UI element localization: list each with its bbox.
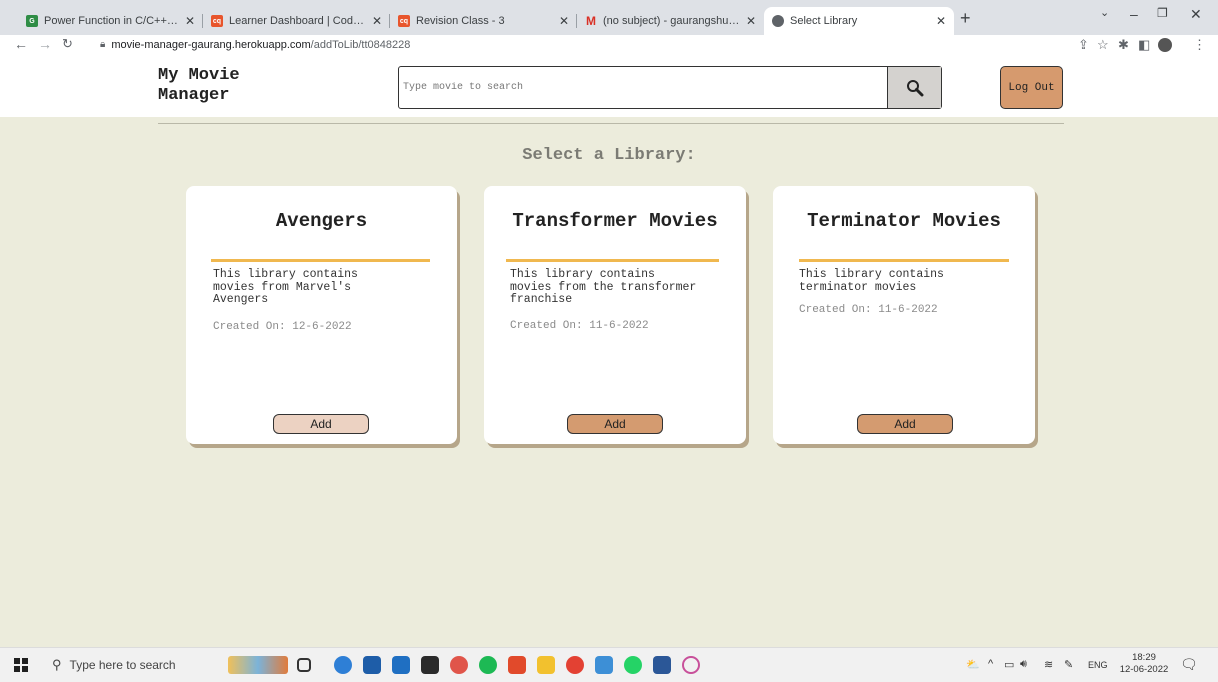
close-icon[interactable]: ✕ [372,14,382,28]
url-path: /addToLib/tt0848228 [310,38,411,51]
calculator-icon[interactable] [363,656,381,674]
edge-icon[interactable] [334,656,352,674]
browser-tab-geeksforgeeks[interactable]: G Power Function in C/C++ - Geek ✕ [18,7,203,35]
file-explorer-icon[interactable] [537,656,555,674]
library-created-date: Created On: 12-6-2022 [213,321,352,333]
mail-icon[interactable] [392,656,410,674]
globe-icon [772,15,784,27]
site-navbar: My Movie Manager Log Out [0,55,1218,117]
show-hidden-icons-chevron-icon[interactable]: ^ [988,658,993,670]
tab-title: Select Library [790,15,858,27]
card-divider [799,259,1009,262]
library-name: Transformer Movies [512,210,718,232]
minimize-icon[interactable]: – [1130,6,1138,22]
search-icon [906,79,923,96]
side-panel-icon[interactable]: ◧ [1138,37,1150,53]
browser-tab-strip: G Power Function in C/C++ - Geek ✕ cq Le… [0,0,1218,35]
close-icon[interactable]: ✕ [936,14,946,28]
more-menu-icon[interactable]: ⋮ [1193,37,1206,53]
tab-title: (no subject) - gaurangshukla99@ [603,15,740,27]
close-icon[interactable]: ✕ [559,14,569,28]
geeksforgeeks-icon: G [26,15,38,27]
library-card-transformer: Transformer Movies This library contains… [484,186,746,444]
tab-title: Revision Class - 3 [416,15,505,27]
page-viewport: My Movie Manager Log Out Select a Librar… [0,55,1218,647]
card-divider [506,259,719,262]
browser-tab-revision-class[interactable]: cq Revision Class - 3 ✕ [390,7,577,35]
whatsapp-icon[interactable] [624,656,642,674]
logout-button[interactable]: Log Out [1000,66,1063,109]
tab-title: Power Function in C/C++ - Geek [44,15,179,27]
back-icon[interactable]: ← [14,36,28,52]
sticky-notes-icon[interactable] [421,656,439,674]
library-card-avengers: Avengers This library contains movies fr… [186,186,457,444]
firefox-icon[interactable] [450,656,468,674]
taskbar-clock[interactable]: 18:29 12-06-2022 [1118,652,1170,676]
language-indicator[interactable]: ENG [1088,660,1108,670]
codequotient-icon: cq [211,15,223,27]
notification-icon[interactable]: 🗨︎ [1180,656,1198,673]
outlook-icon[interactable] [595,656,613,674]
library-description: This library contains movies from Marvel… [213,268,358,306]
header-divider [158,123,1064,124]
spotify-icon[interactable] [479,656,497,674]
bookmark-star-icon[interactable]: ☆ [1097,37,1109,53]
gmail-icon: M [586,14,596,28]
forward-icon[interactable]: → [38,36,52,52]
chrome-icon[interactable] [566,656,584,674]
clock-time: 18:29 [1132,652,1156,663]
pen-icon[interactable]: ✎ [1064,658,1073,671]
library-description: This library contains terminator movies [799,268,944,294]
movie-search-bar [398,66,942,109]
search-highlights-icon[interactable] [228,656,288,674]
library-name: Terminator Movies [807,210,1001,232]
add-to-library-button[interactable]: Add [273,414,369,434]
taskbar-search[interactable]: ⚲ Type here to search [52,657,176,673]
tab-search-chevron-icon[interactable]: ⌄ [1100,6,1109,19]
library-created-date: Created On: 11-6-2022 [510,320,649,332]
browser-tab-gmail[interactable]: M (no subject) - gaurangshukla99@ ✕ [577,7,764,35]
office-icon[interactable] [508,656,526,674]
address-bar[interactable]: 🔒︎ movie-manager-gaurang.herokuapp.com /… [100,35,1140,54]
close-icon[interactable]: ✕ [185,14,195,28]
windows-start-icon[interactable] [14,658,28,672]
search-button[interactable] [887,67,941,108]
weather-icon[interactable]: ⛅ [966,658,980,671]
taskbar-search-placeholder: Type here to search [69,658,176,672]
url-host: movie-manager-gaurang.herokuapp.com [111,38,311,51]
add-to-library-button[interactable]: Add [567,414,663,434]
lock-icon: 🔒︎ [100,39,106,50]
card-divider [211,259,430,262]
new-tab-icon[interactable]: + [960,8,971,29]
battery-icon[interactable]: ▭ [1004,658,1014,671]
snipping-tool-icon[interactable] [682,656,700,674]
tab-title: Learner Dashboard | CodeQuotie [229,15,366,27]
share-icon[interactable]: ⇪ [1078,37,1089,53]
codequotient-icon: cq [398,15,410,27]
volume-icon[interactable]: 🔊︎ [1020,658,1027,671]
reload-icon[interactable]: ↻ [62,36,73,52]
close-icon[interactable]: ✕ [746,14,756,28]
extensions-icon[interactable]: ✱ [1118,37,1129,53]
browser-tab-codequotient[interactable]: cq Learner Dashboard | CodeQuotie ✕ [203,7,390,35]
browser-toolbar: ← → ↻ 🔒︎ movie-manager-gaurang.herokuapp… [0,35,1218,55]
profile-avatar[interactable] [1158,38,1172,52]
library-description: This library contains movies from the tr… [510,268,697,306]
wifi-icon[interactable]: ≋ [1044,658,1053,671]
library-card-terminator: Terminator Movies This library contains … [773,186,1035,444]
library-name: Avengers [275,210,368,232]
task-view-icon[interactable] [297,658,311,672]
library-created-date: Created On: 11-6-2022 [799,304,938,316]
clock-date: 12-06-2022 [1119,664,1169,675]
search-icon: ⚲ [52,657,62,672]
site-brand[interactable]: My Movie Manager [158,66,278,106]
add-to-library-button[interactable]: Add [857,414,953,434]
restore-icon[interactable]: ❐ [1157,6,1168,20]
close-window-icon[interactable]: ✕ [1190,6,1202,23]
word-icon[interactable] [653,656,671,674]
page-title: Select a Library: [522,146,696,165]
movie-search-input[interactable] [399,67,887,108]
browser-tab-select-library[interactable]: Select Library ✕ [764,7,954,35]
windows-taskbar: ⚲ Type here to search ⛅ ^ ▭ 🔊︎ ≋ ✎ ENG 1… [0,647,1218,682]
